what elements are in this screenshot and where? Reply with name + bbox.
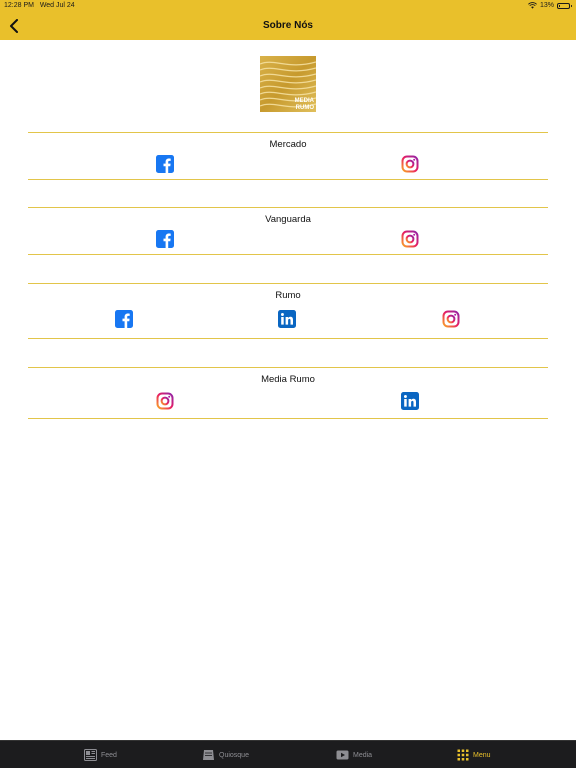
linkedin-icon (401, 392, 419, 410)
section-vanguarda: Vanguarda (28, 208, 548, 254)
tab-menu[interactable]: Menu (457, 747, 491, 763)
battery-icon (557, 2, 572, 9)
battery-percent: 13% (539, 2, 554, 9)
logo-text-line1: MEDIA (295, 98, 315, 104)
section-media-rumo: Media Rumo (28, 368, 548, 418)
status-time-value: 12:28 PM (4, 2, 34, 9)
header: 12:28 PM Wed Jul 24 13% Sobre Nós (0, 0, 576, 40)
linkedin-icon (278, 310, 296, 328)
tab-media-label: Media (353, 751, 373, 759)
section-title: Mercado (269, 139, 307, 150)
rumo-instagram-link[interactable] (442, 310, 460, 328)
section-title: Vanguarda (265, 214, 311, 225)
instagram-icon (156, 392, 174, 410)
play-icon (336, 750, 349, 760)
page-title: Sobre Nós (262, 20, 313, 31)
instagram-icon (442, 310, 460, 328)
mercado-instagram-link[interactable] (401, 155, 419, 173)
section-rumo: Rumo (28, 284, 548, 338)
rumo-facebook-link[interactable] (115, 310, 133, 328)
section-mercado: Mercado (28, 133, 548, 179)
vanguarda-instagram-link[interactable] (401, 230, 419, 248)
grid-icon (457, 749, 469, 761)
magazine-icon (203, 750, 214, 760)
wifi-icon (528, 2, 537, 9)
status-date: Wed Jul 24 (39, 2, 75, 9)
status-right: 13% (528, 2, 572, 9)
newspaper-icon (84, 749, 97, 761)
tab-quiosque[interactable]: Quiosque (202, 747, 249, 763)
media-rumo-logo: MEDIA RUMO (259, 56, 317, 112)
logo-text-line2: RUMO (296, 105, 315, 111)
section-title: Rumo (275, 290, 301, 301)
media-rumo-instagram-link[interactable] (156, 392, 174, 410)
divider (28, 179, 548, 180)
facebook-icon (115, 310, 133, 328)
tab-quiosque-label: Quiosque (219, 751, 249, 759)
facebook-icon (156, 155, 174, 173)
media-rumo-linkedin-link[interactable] (401, 392, 419, 410)
tab-bar: Feed Quiosque Media Menu (0, 740, 576, 768)
divider (28, 418, 548, 419)
status-bar: 12:28 PM Wed Jul 24 13% (0, 0, 576, 12)
tab-menu-label: Menu (473, 751, 491, 759)
instagram-icon (401, 155, 419, 173)
divider (28, 338, 548, 339)
tab-media[interactable]: Media (336, 747, 372, 763)
rumo-linkedin-link[interactable] (278, 310, 296, 328)
divider (28, 254, 548, 255)
status-time: 12:28 PM Wed Jul 24 (4, 2, 75, 9)
tab-feed[interactable]: Feed (84, 747, 117, 763)
vanguarda-facebook-link[interactable] (156, 230, 174, 248)
instagram-icon (401, 230, 419, 248)
tab-feed-label: Feed (101, 751, 117, 759)
logo-graphic: MEDIA RUMO (259, 56, 317, 112)
battery-fill (559, 4, 561, 7)
mercado-facebook-link[interactable] (156, 155, 174, 173)
facebook-icon (156, 230, 174, 248)
section-title: Media Rumo (261, 374, 315, 385)
nav-bar: Sobre Nós (0, 12, 576, 40)
